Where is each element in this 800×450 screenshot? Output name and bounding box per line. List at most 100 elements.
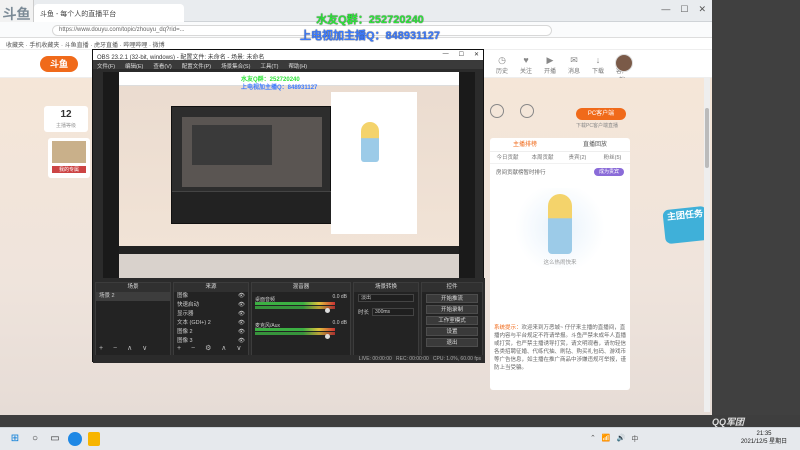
preview-watermark: 水友Q群：252720240 上电视加主播Q：848931127 xyxy=(241,76,317,92)
desktop-background-bottom xyxy=(0,415,800,427)
preview-nested-docks xyxy=(172,191,332,223)
streamer-thumbnail xyxy=(52,141,86,163)
become-vip-button[interactable]: 成为贵宾 xyxy=(594,168,624,176)
tray-expand-icon[interactable]: ⌃ xyxy=(590,434,596,444)
preview-nested-canvas-inner xyxy=(192,125,272,165)
source-item[interactable]: 显示器 👁 xyxy=(174,310,248,319)
preview-nested-obs xyxy=(171,106,332,224)
menu-file[interactable]: 文件(F) xyxy=(97,62,115,70)
sources-toolbar[interactable]: + − ⚙ ∧ ∨ xyxy=(177,344,245,352)
scene-item[interactable]: 场景 2 xyxy=(96,292,170,301)
obs-preview[interactable]: 水友Q群：252720240 上电视加主播Q：848931127 xyxy=(103,72,475,278)
settings-button[interactable]: 设置 xyxy=(426,327,478,336)
obs-window-controls: — ☐ ✕ xyxy=(443,51,479,58)
level-stat: 12 主播等级 xyxy=(44,106,88,132)
channel-db: 0.0 dB xyxy=(332,320,347,326)
menu-tools[interactable]: 工具(T) xyxy=(260,62,278,70)
controls-title: 控件 xyxy=(422,283,482,292)
volume-meter xyxy=(255,328,335,331)
duration-input[interactable]: 300ms xyxy=(372,308,414,316)
obs-statusbar: LIVE: 00:00:00 REC: 00:00:00 CPU: 1.0%, … xyxy=(93,355,485,363)
tab-rank[interactable]: 主播排榜 xyxy=(490,138,560,151)
source-item[interactable]: 快速启动 👁 xyxy=(174,301,248,310)
streamer-card[interactable]: 我的专属 xyxy=(48,138,90,178)
task-badge[interactable]: 主团任务 xyxy=(662,205,710,245)
preview-canvas: 水友Q群：252720240 上电视加主播Q：848931127 xyxy=(119,72,459,278)
controls-dock: 控件 开始推流 开始录制 工作室模式 设置 退出 xyxy=(421,282,483,356)
duration-label: 时长 xyxy=(358,310,370,316)
menu-scene-collection[interactable]: 场景集合(S) xyxy=(221,62,250,70)
obs-title: OBS 23.2.1 (32-bit, windows) - 配置文件: 未命名… xyxy=(97,55,265,61)
share-icon[interactable] xyxy=(490,104,504,118)
obs-docks: 场景 场景 2 + − ∧ ∨ 来源 图像 👁 快速启动 👁 显示器 👁 文本 (GD… xyxy=(93,278,485,363)
browser-tab-active[interactable]: 斗鱼 - 每个人的直播平台 xyxy=(34,4,184,22)
source-item[interactable]: 文本 (GDI+) 2 👁 xyxy=(174,319,248,328)
volume-slider[interactable] xyxy=(325,308,330,313)
start-streaming-button[interactable]: 开始推流 xyxy=(426,294,478,303)
transition-select[interactable]: 淡出 xyxy=(358,294,414,302)
volume-icon[interactable]: 🔊 xyxy=(617,434,626,444)
subtab-vip[interactable]: 贵宾(2) xyxy=(560,152,595,163)
ime-icon[interactable]: 中 xyxy=(631,434,638,444)
obs-minimize-icon[interactable]: — xyxy=(443,51,449,58)
sources-title: 来源 xyxy=(174,283,248,292)
sources-dock: 来源 图像 👁 快速启动 👁 显示器 👁 文本 (GDI+) 2 👁 图像 2 👁 图像 … xyxy=(173,282,249,356)
menu-profile[interactable]: 配置文件(P) xyxy=(182,62,211,70)
site-logo[interactable]: 斗鱼 xyxy=(40,56,78,72)
clock-date: 2021/12/5 星期日 xyxy=(740,439,788,445)
start-recording-button[interactable]: 开始录制 xyxy=(426,305,478,314)
mixer-title: 混音器 xyxy=(252,283,350,292)
volume-slider[interactable] xyxy=(325,334,330,339)
transitions-title: 场景转换 xyxy=(354,283,418,292)
menu-edit[interactable]: 编辑(E) xyxy=(125,62,143,70)
close-icon[interactable]: ✕ xyxy=(698,4,706,15)
pc-client-sub: 下载PC客户端直播 xyxy=(576,123,618,129)
mixer-channel-desktop: 桌面音频 0.0 dB xyxy=(255,294,347,314)
page-scrollbar[interactable] xyxy=(704,78,710,412)
start-icon[interactable]: ⊞ xyxy=(8,432,22,446)
avatar[interactable] xyxy=(615,54,633,72)
task-view-icon[interactable]: ▭ xyxy=(48,432,62,446)
search-icon[interactable]: ○ xyxy=(28,432,42,446)
maximize-icon[interactable]: ☐ xyxy=(680,4,688,15)
menu-help[interactable]: 帮助(H) xyxy=(288,62,307,70)
streamer-card-caption: 我的专属 xyxy=(52,166,86,173)
scroll-thumb[interactable] xyxy=(705,108,709,168)
mascot-illustration: 这么热闹快来 xyxy=(510,188,610,268)
system-notice-text: 欢迎来到万恶城~ 仔仔来主播的直播间，直播内容与平台规定不符请举报。斗鱼严禁未成… xyxy=(494,325,627,371)
source-item[interactable]: 图像 2 👁 xyxy=(174,328,248,337)
preview-screen-capture: 水友Q群：252720240 上电视加主播Q：848931127 xyxy=(119,72,459,246)
volume-meter xyxy=(255,332,335,335)
subtab-week[interactable]: 本周贡献 xyxy=(525,152,560,163)
mixer-dock: 混音器 桌面音频 0.0 dB 麦克风/Aux 0.0 dB xyxy=(251,282,351,356)
subtab-fans[interactable]: 粉丝(5) xyxy=(595,152,630,163)
scenes-toolbar[interactable]: + − ∧ ∨ xyxy=(99,344,151,352)
obs-app-icon[interactable] xyxy=(88,432,100,446)
preview-watermark-line2: 上电视加主播Q：848931127 xyxy=(241,85,318,91)
preview-taskbar xyxy=(119,246,459,254)
network-icon[interactable]: 📶 xyxy=(602,434,611,444)
exit-button[interactable]: 退出 xyxy=(426,338,478,347)
taskbar: ⊞ ○ ▭ ⌃ 📶 🔊 中 21:35 2021/12/5 星期日 xyxy=(0,427,800,450)
minimize-icon[interactable]: — xyxy=(661,4,670,15)
subtab-today[interactable]: 今日贡献 xyxy=(490,152,525,163)
scenes-dock: 场景 场景 2 + − ∧ ∨ xyxy=(95,282,171,356)
desktop-background xyxy=(712,0,800,427)
system-notice: 系统提示：欢迎来到万恶城~ 仔仔来主播的直播间，直播内容与平台规定不符请举报。斗… xyxy=(494,324,626,372)
pc-client-button[interactable]: PC客户端 xyxy=(576,108,626,120)
obs-menubar: 文件(F) 编辑(E) 查看(V) 配置文件(P) 场景集合(S) 工具(T) … xyxy=(93,60,483,70)
obs-maximize-icon[interactable]: ☐ xyxy=(459,51,464,58)
studio-mode-button[interactable]: 工作室模式 xyxy=(426,316,478,325)
clock[interactable]: 21:35 2021/12/5 星期日 xyxy=(734,430,794,446)
menu-view[interactable]: 查看(V) xyxy=(153,62,171,70)
obs-window: OBS 23.2.1 (32-bit, windows) - 配置文件: 未命名… xyxy=(92,49,485,363)
tab-replay[interactable]: 直播回放 xyxy=(560,138,630,151)
system-notice-key: 系统提示： xyxy=(494,325,522,331)
report-icon[interactable] xyxy=(520,104,534,118)
obs-close-icon[interactable]: ✕ xyxy=(474,51,479,58)
watermark-line1: 水友Q群：252720240 xyxy=(316,14,424,26)
source-item[interactable]: 图像 👁 xyxy=(174,292,248,301)
browser-app-icon[interactable] xyxy=(68,432,82,446)
volume-meter xyxy=(255,306,335,309)
clock-time: 21:35 xyxy=(756,431,772,437)
